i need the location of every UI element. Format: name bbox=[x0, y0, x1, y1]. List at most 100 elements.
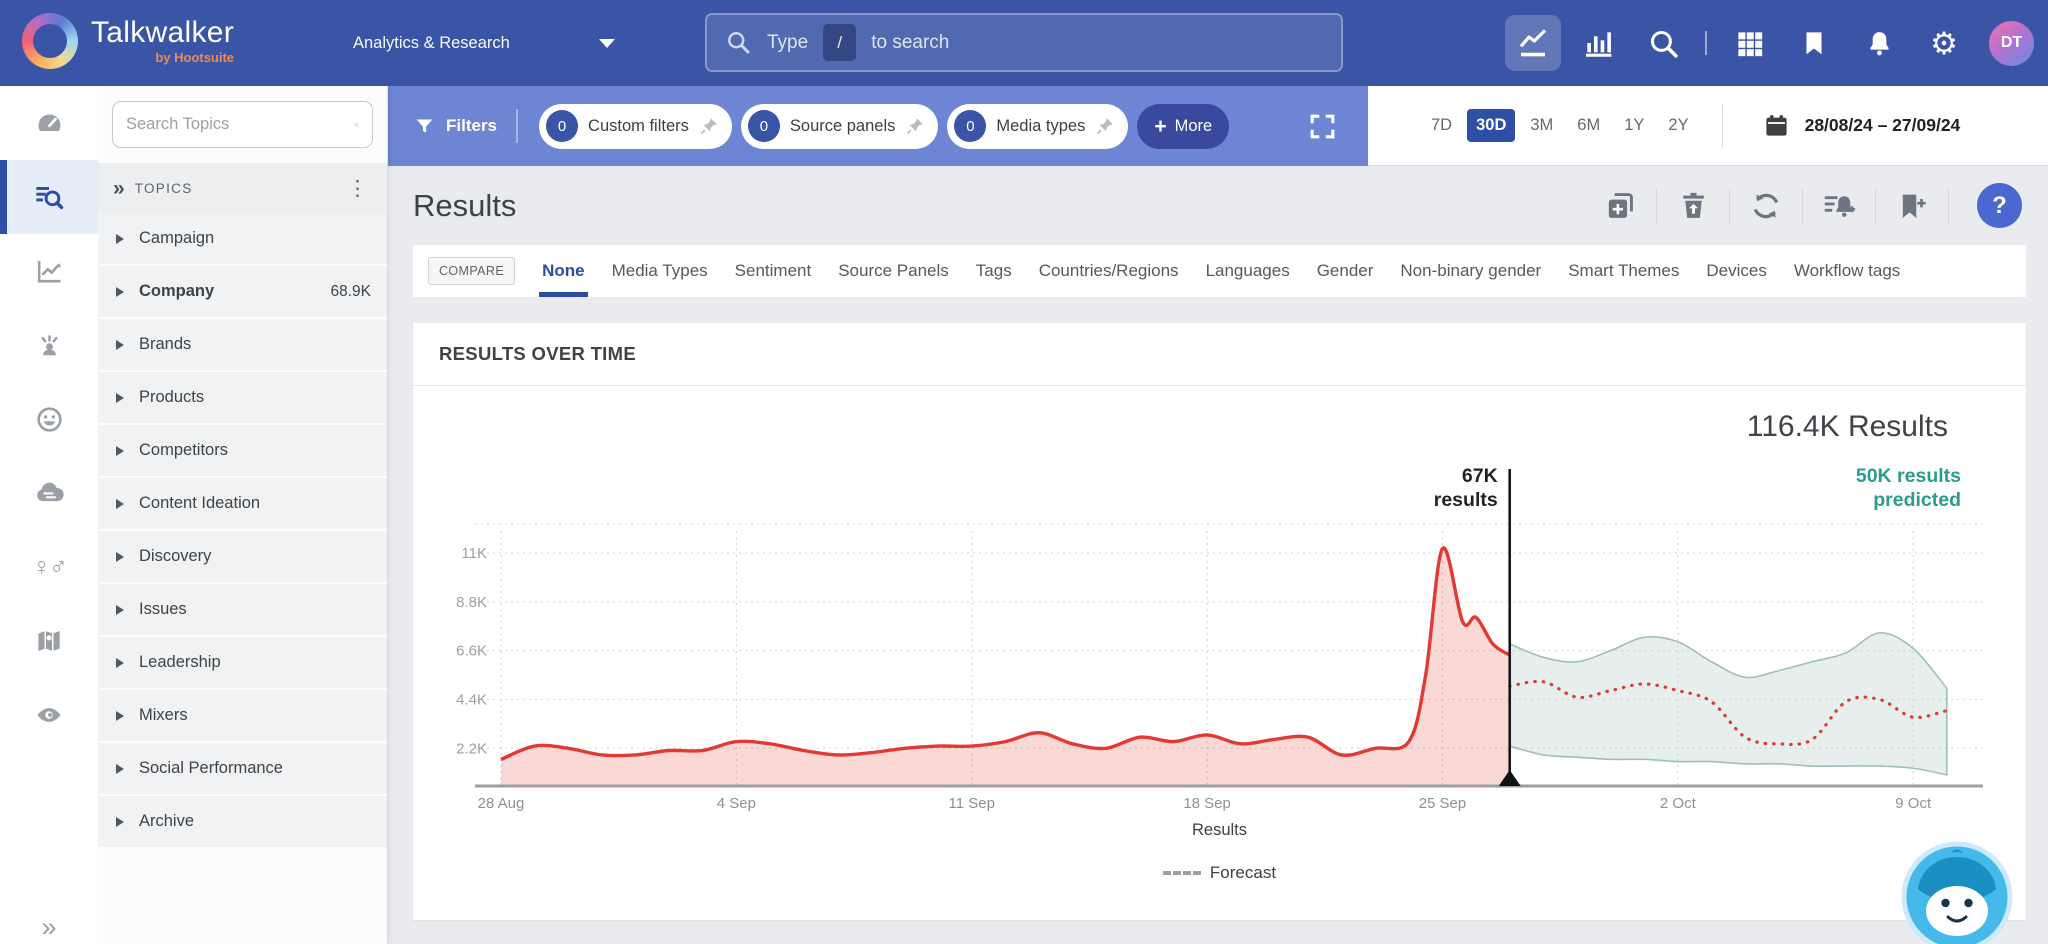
filter-chip-2[interactable]: 0Media types bbox=[947, 104, 1128, 149]
brand-name: Talkwalker bbox=[91, 17, 234, 49]
chart-area: 67K results 50K results predicted 2.2K4.… bbox=[437, 453, 2002, 815]
compare-button[interactable]: COMPARE bbox=[428, 257, 515, 285]
results-tab[interactable]: None bbox=[542, 245, 585, 297]
results-tab[interactable]: Languages bbox=[1206, 245, 1290, 297]
apps-nav-button[interactable] bbox=[1721, 15, 1777, 71]
gauge-icon bbox=[34, 108, 65, 139]
topic-row[interactable]: Competitors bbox=[98, 425, 387, 476]
refresh-button[interactable] bbox=[1744, 189, 1788, 223]
search-icon bbox=[725, 29, 752, 56]
filters-button[interactable]: Filters bbox=[414, 116, 497, 137]
create-alert-button[interactable] bbox=[1817, 188, 1861, 224]
toolbar-row: Filters 0Custom filters0Source panels0Me… bbox=[388, 86, 2048, 166]
actions-divider bbox=[1656, 188, 1657, 224]
rail-item-map[interactable] bbox=[0, 604, 98, 678]
x-tick-label: 25 Sep bbox=[1419, 795, 1467, 812]
forecast-annotation: 50K results predicted bbox=[1856, 465, 1961, 513]
rail-item-influencers[interactable] bbox=[0, 308, 98, 382]
rail-item-dashboards[interactable] bbox=[0, 86, 98, 160]
results-tab[interactable]: Sentiment bbox=[735, 245, 812, 297]
range-preset-2y[interactable]: 2Y bbox=[1659, 109, 1697, 142]
help-button[interactable]: ? bbox=[1977, 183, 2022, 228]
results-tab[interactable]: Devices bbox=[1706, 245, 1766, 297]
filter-chip-1[interactable]: 0Source panels bbox=[741, 104, 939, 149]
rail-item-sentiment[interactable] bbox=[0, 382, 98, 456]
filter-chip-0[interactable]: 0Custom filters bbox=[539, 104, 732, 149]
search-nav-button[interactable] bbox=[1635, 15, 1691, 71]
topic-row[interactable]: Social Performance bbox=[98, 743, 387, 794]
talkwalker-logo-icon bbox=[22, 13, 78, 69]
topic-label: Products bbox=[139, 388, 204, 407]
topic-row[interactable]: Archive bbox=[98, 796, 387, 847]
filter-chip-label: Custom filters bbox=[588, 117, 689, 136]
topic-row[interactable]: Products bbox=[98, 372, 387, 423]
topic-row[interactable]: Issues bbox=[98, 584, 387, 635]
rail-item-conversation-clusters[interactable] bbox=[0, 456, 98, 530]
forecast-legend-swatch bbox=[1163, 871, 1201, 875]
fullscreen-button[interactable] bbox=[1307, 111, 1338, 142]
talkwalker-mascot-icon bbox=[1900, 840, 2014, 944]
total-results-label: 116.4K Results bbox=[1747, 410, 1948, 444]
user-avatar[interactable]: DT bbox=[1989, 21, 2034, 66]
workspace-selector[interactable]: Analytics & Research bbox=[353, 0, 615, 86]
top-navbar: Talkwalker by Hootsuite Analytics & Rese… bbox=[0, 0, 2048, 86]
results-tab[interactable]: Workflow tags bbox=[1794, 245, 1900, 297]
global-search-input[interactable]: Type / to search bbox=[705, 13, 1343, 72]
chart-legend: Forecast bbox=[413, 863, 2026, 883]
forecast-legend-label: Forecast bbox=[1210, 863, 1276, 883]
results-tab[interactable]: Source Panels bbox=[838, 245, 949, 297]
slash-key-badge: / bbox=[823, 24, 856, 61]
more-filters-button[interactable]: + More bbox=[1137, 104, 1229, 149]
topic-row[interactable]: Mixers bbox=[98, 690, 387, 741]
page-header: Results bbox=[388, 166, 2048, 245]
copy-plus-icon bbox=[1603, 188, 1638, 223]
expand-rail-chevron[interactable]: » bbox=[0, 914, 98, 944]
topic-label: Content Ideation bbox=[139, 494, 260, 513]
topics-search[interactable] bbox=[112, 101, 373, 148]
add-widget-button[interactable] bbox=[1598, 188, 1642, 223]
results-page: Results bbox=[388, 166, 2048, 944]
pin-icon bbox=[1095, 116, 1115, 136]
save-bookmark-button[interactable] bbox=[1890, 189, 1934, 223]
rail-item-monitoring[interactable] bbox=[0, 678, 98, 752]
range-preset-3m[interactable]: 3M bbox=[1521, 109, 1562, 142]
analytics-nav-button[interactable] bbox=[1505, 15, 1561, 71]
topic-row[interactable]: Company68.9K bbox=[98, 266, 387, 317]
actions-divider bbox=[1802, 188, 1803, 224]
nav-separator bbox=[1705, 31, 1707, 55]
range-preset-1y[interactable]: 1Y bbox=[1615, 109, 1653, 142]
range-preset-7d[interactable]: 7D bbox=[1422, 109, 1461, 142]
bookmarks-nav-button[interactable] bbox=[1786, 15, 1842, 71]
help-mascot-button[interactable] bbox=[1900, 840, 2014, 944]
topic-label: Competitors bbox=[139, 441, 228, 460]
range-preset-6m[interactable]: 6M bbox=[1568, 109, 1609, 142]
results-tab[interactable]: Non-binary gender bbox=[1400, 245, 1541, 297]
topic-row[interactable]: Campaign bbox=[98, 213, 387, 264]
filter-bar: Filters 0Custom filters0Source panels0Me… bbox=[388, 86, 1368, 166]
topics-menu-icon[interactable]: ⋮ bbox=[343, 176, 372, 201]
talkwalker-logo[interactable]: Talkwalker by Hootsuite bbox=[22, 13, 234, 69]
topic-row[interactable]: Leadership bbox=[98, 637, 387, 688]
rail-item-topic-search[interactable] bbox=[0, 160, 98, 234]
results-tab[interactable]: Tags bbox=[976, 245, 1012, 297]
results-tab[interactable]: Smart Themes bbox=[1568, 245, 1679, 297]
topics-search-input[interactable] bbox=[126, 115, 346, 134]
delete-button[interactable] bbox=[1671, 189, 1715, 222]
reports-nav-button[interactable] bbox=[1570, 15, 1626, 71]
range-preset-30d[interactable]: 30D bbox=[1467, 109, 1515, 142]
refresh-icon bbox=[1749, 189, 1783, 223]
rail-item-demographics[interactable]: ♀♂ bbox=[0, 530, 98, 604]
notifications-nav-button[interactable] bbox=[1851, 15, 1907, 71]
topic-row[interactable]: Content Ideation bbox=[98, 478, 387, 529]
x-tick-label: 4 Sep bbox=[717, 795, 756, 812]
results-tab[interactable]: Media Types bbox=[612, 245, 708, 297]
topic-row[interactable]: Discovery bbox=[98, 531, 387, 582]
topic-row[interactable]: Brands bbox=[98, 319, 387, 370]
results-tab[interactable]: Countries/Regions bbox=[1039, 245, 1179, 297]
results-tab[interactable]: Gender bbox=[1317, 245, 1374, 297]
rail-item-analytics[interactable] bbox=[0, 234, 98, 308]
date-range-picker[interactable]: 28/08/24 – 27/09/24 bbox=[1763, 112, 1961, 139]
collapse-panel-icon[interactable]: » bbox=[113, 178, 122, 199]
settings-nav-button[interactable]: ⚙ bbox=[1916, 15, 1972, 71]
plus-icon: + bbox=[1154, 116, 1166, 137]
